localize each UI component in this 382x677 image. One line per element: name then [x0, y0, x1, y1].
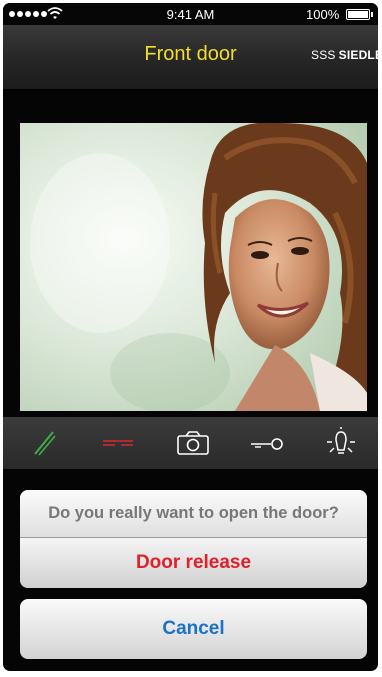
camera-icon — [177, 431, 209, 455]
camera-image — [20, 123, 367, 411]
intercom-toolbar — [3, 417, 378, 469]
phone-screen: 9:41 AM 100% Front door SSSSIEDLE — [3, 3, 378, 671]
dialog-message: Do you really want to open the door? — [20, 490, 367, 538]
cancel-button[interactable]: Cancel — [20, 599, 367, 659]
snapshot-button[interactable] — [170, 423, 216, 463]
brand-name: SIEDLE — [338, 48, 378, 62]
nav-bar: Front door SSSSIEDLE — [3, 25, 378, 90]
light-icon — [327, 427, 355, 454]
camera-feed — [20, 123, 367, 411]
light-button[interactable] — [318, 423, 364, 463]
answer-call-button[interactable] — [21, 423, 67, 463]
door-release-button[interactable] — [244, 423, 290, 463]
door-key-icon — [251, 438, 283, 450]
brand-logo: SSSSIEDLE — [311, 48, 378, 62]
battery-icon — [346, 9, 373, 20]
end-call-icon — [103, 440, 133, 446]
confirm-dialog: Do you really want to open the door? Doo… — [20, 490, 367, 588]
end-call-button[interactable] — [95, 423, 141, 463]
status-bar: 9:41 AM 100% — [3, 3, 378, 25]
battery-percent: 100% — [306, 7, 340, 22]
door-release-confirm-button[interactable]: Door release — [20, 538, 367, 588]
brand-mark: SSS — [311, 48, 336, 62]
answer-call-icon — [34, 431, 56, 456]
